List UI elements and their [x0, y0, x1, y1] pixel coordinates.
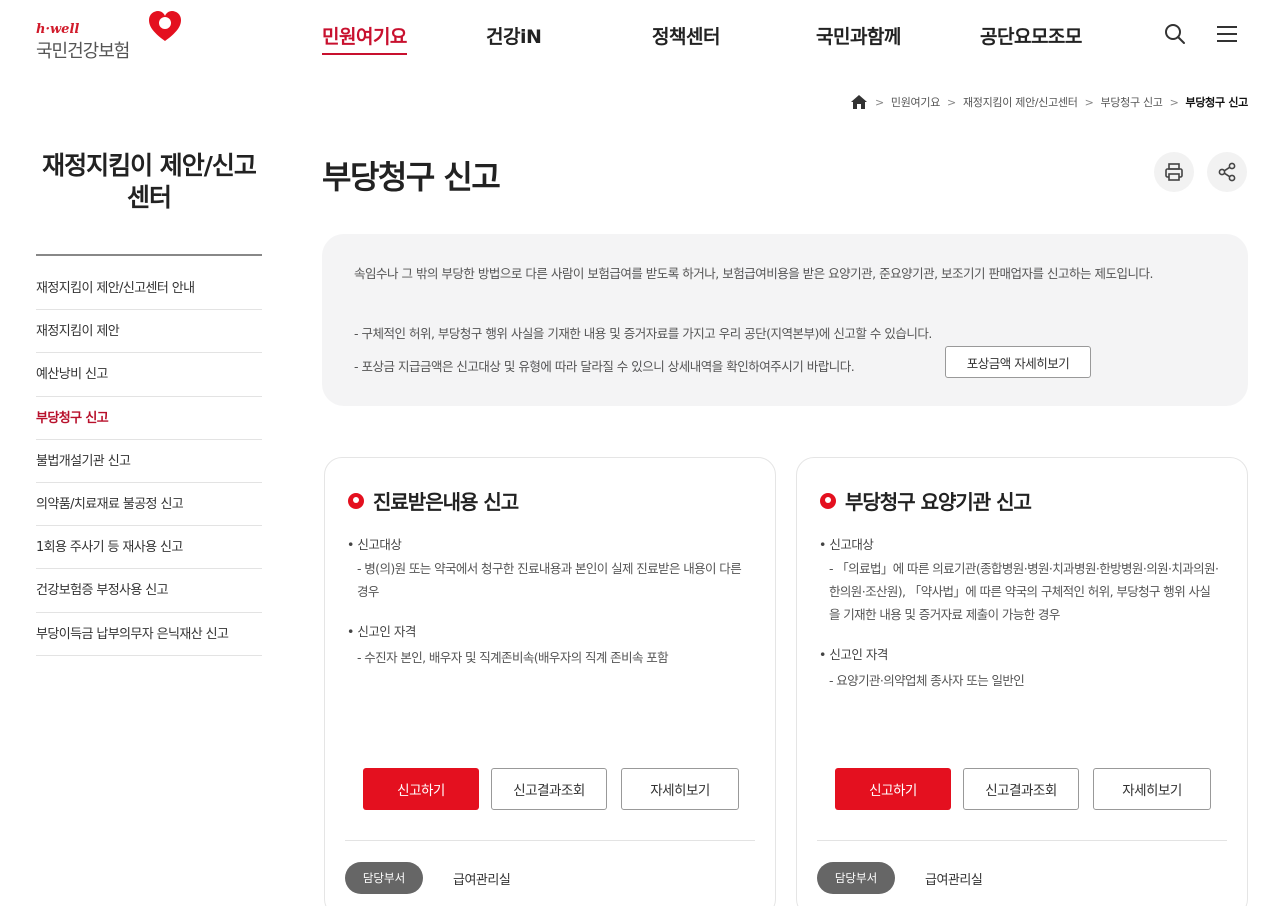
- target-label: • 신고대상: [347, 537, 402, 552]
- target-description: - 「의료법」에 따른 의료기관(종합병원·병원·치과병원·한방병원·의원·치과…: [829, 561, 1219, 622]
- breadcrumb-item[interactable]: 부당청구 신고: [1101, 94, 1163, 110]
- report-result-button[interactable]: 신고결과조회: [963, 768, 1079, 810]
- breadcrumb-item[interactable]: 민원여기요: [891, 94, 940, 110]
- sidebar-item-drug-unfair[interactable]: 의약품/치료재료 불공정 신고: [36, 483, 262, 527]
- card-header: 진료받은내용 신고: [347, 486, 519, 515]
- target-description: - 병(의)원 또는 약국에서 청구한 진료내용과 본인이 실제 진료받은 내용…: [357, 561, 742, 599]
- department-badge: 담당부서: [817, 862, 895, 894]
- detail-button[interactable]: 자세히보기: [1093, 768, 1211, 810]
- report-card-institution: 부당청구 요양기관 신고 • 신고대상 - 「의료법」에 따른 의료기관(종합병…: [796, 457, 1248, 906]
- share-icon: [1218, 162, 1236, 182]
- sidebar-menu: 재정지킴이 제안/신고센터 안내 재정지킴이 제안 예산낭비 신고 부당청구 신…: [36, 267, 262, 656]
- location-pin-icon: [348, 492, 364, 509]
- target-label: • 신고대상: [819, 537, 874, 552]
- department-badge: 담당부서: [345, 862, 423, 894]
- sidebar-item-false-claim[interactable]: 부당청구 신고: [36, 397, 262, 440]
- sidebar-item-budget-waste[interactable]: 예산낭비 신고: [36, 353, 262, 397]
- info-description: 속임수나 그 밖의 부당한 방법으로 다른 사람이 보험급여를 받도록 하거나,…: [354, 266, 1153, 281]
- search-icon[interactable]: [1161, 20, 1189, 48]
- sidebar-item-center-guide[interactable]: 재정지킴이 제안/신고센터 안내: [36, 267, 262, 311]
- location-pin-icon: [820, 492, 836, 509]
- report-button[interactable]: 신고하기: [835, 768, 951, 810]
- qualification-description: - 수진자 본인, 배우자 및 직계존비속(배우자의 직계 존비속 포함: [357, 650, 669, 665]
- qualification-label: • 신고인 자격: [347, 624, 416, 639]
- breadcrumb-separator: >: [875, 95, 884, 109]
- sidebar-item-card-misuse[interactable]: 건강보험증 부정사용 신고: [36, 569, 262, 613]
- report-card-treatment: 진료받은내용 신고 • 신고대상 - 병(의)원 또는 약국에서 청구한 진료내…: [324, 457, 776, 906]
- breadcrumb: > 민원여기요 > 재정지킴이 제안/신고센터 > 부당청구 신고 > 부당청구…: [850, 94, 1248, 110]
- report-result-button[interactable]: 신고결과조회: [491, 768, 607, 810]
- card-title: 진료받은내용 신고: [373, 490, 519, 514]
- info-bullet-reward: - 포상금 지급금액은 신고대상 및 유형에 따라 달라질 수 있으니 상세내역…: [354, 359, 855, 374]
- sidebar-divider: [36, 254, 262, 256]
- sidebar-item-hidden-assets[interactable]: 부당이득금 납부의무자 은닉재산 신고: [36, 613, 262, 656]
- page-title: 부당청구 신고: [322, 158, 501, 196]
- qualification-description: - 요양기관·의약업체 종사자 또는 일반인: [829, 673, 1025, 688]
- share-button[interactable]: [1207, 152, 1247, 192]
- sidebar-item-proposal[interactable]: 재정지킴이 제안: [36, 310, 262, 354]
- qualification-label: • 신고인 자격: [819, 647, 888, 662]
- print-button[interactable]: [1154, 152, 1194, 192]
- info-bullet-evidence: - 구체적인 허위, 부당청구 행위 사실을 기재한 내용 및 증거자료를 가지…: [354, 326, 932, 341]
- department-name: 급여관리실: [453, 873, 511, 888]
- card-header: 부당청구 요양기관 신고: [819, 486, 1032, 515]
- site-header: h·well 국민건강보험 민원여기요 건강iN 정책센터 국민과함께 공단요모…: [0, 0, 1284, 72]
- logo-tagline: h·well: [36, 22, 80, 37]
- reward-detail-button[interactable]: 포상금액 자세히보기: [945, 346, 1091, 378]
- nav-policy-center[interactable]: 정책센터: [652, 22, 720, 49]
- card-title: 부당청구 요양기관 신고: [845, 490, 1032, 514]
- breadcrumb-item[interactable]: 재정지킴이 제안/신고센터: [963, 94, 1078, 110]
- nav-nhis-about[interactable]: 공단요모조모: [980, 22, 1082, 49]
- home-icon[interactable]: [850, 94, 868, 110]
- department-name: 급여관리실: [925, 873, 983, 888]
- sidebar-item-illegal-institution[interactable]: 불법개설기관 신고: [36, 440, 262, 483]
- breadcrumb-current: 부당청구 신고: [1185, 96, 1249, 109]
- nav-health-in[interactable]: 건강iN: [486, 22, 542, 49]
- menu-icon[interactable]: [1213, 20, 1241, 48]
- heart-logo-icon: [149, 11, 181, 41]
- card-divider: [345, 840, 755, 841]
- nhis-logo[interactable]: h·well 국민건강보험: [36, 8, 196, 64]
- report-button[interactable]: 신고하기: [363, 768, 479, 810]
- nav-with-people[interactable]: 국민과함께: [816, 22, 901, 49]
- card-divider: [817, 840, 1227, 841]
- nav-minwon[interactable]: 민원여기요: [322, 22, 407, 55]
- logo-name: 국민건강보험: [36, 41, 130, 62]
- breadcrumb-separator: >: [947, 95, 956, 109]
- detail-button[interactable]: 자세히보기: [621, 768, 739, 810]
- sidebar-item-syringe-reuse[interactable]: 1회용 주사기 등 재사용 신고: [36, 526, 262, 570]
- breadcrumb-separator: >: [1084, 95, 1094, 109]
- print-icon: [1165, 163, 1183, 181]
- breadcrumb-separator: >: [1169, 95, 1179, 109]
- sidebar-title: 재정지킴이 제안/신고센터: [42, 151, 257, 212]
- info-box: 속임수나 그 밖의 부당한 방법으로 다른 사람이 보험급여를 받도록 하거나,…: [322, 234, 1248, 406]
